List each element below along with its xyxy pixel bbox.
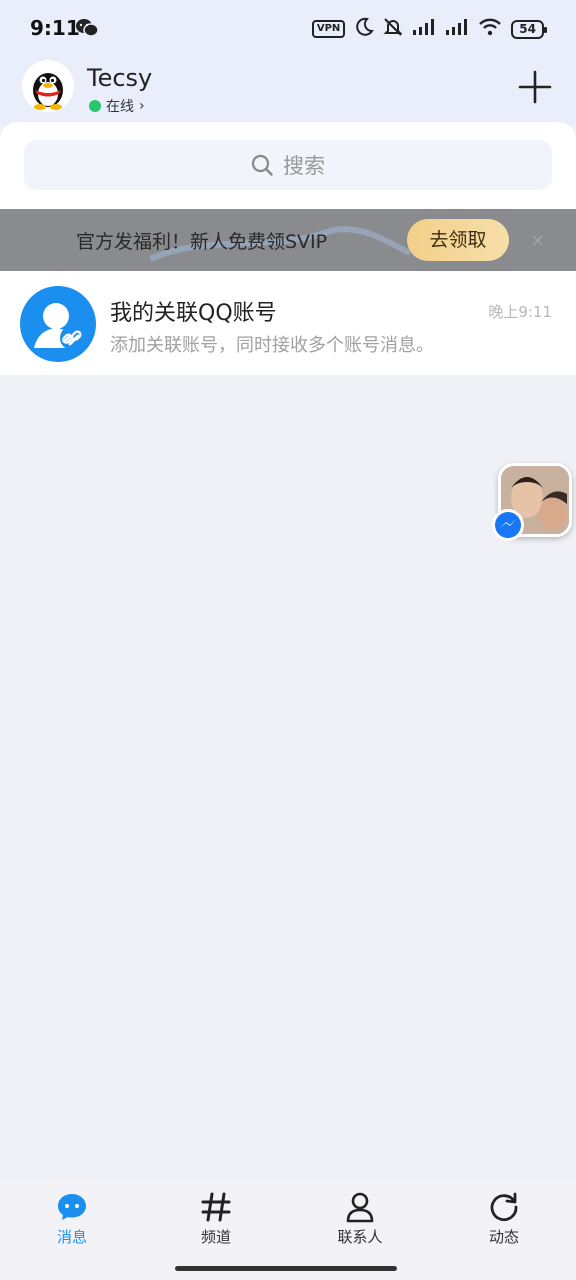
chevron-right-icon: › <box>139 98 145 114</box>
status-time: 9:11 <box>30 16 80 40</box>
tab-label: 动态 <box>488 1228 519 1246</box>
bottom-nav: 消息 频道 联系人 动态 <box>0 1180 576 1280</box>
claim-button[interactable]: 去领取 <box>407 219 509 261</box>
person-icon <box>346 1192 374 1223</box>
messenger-icon[interactable] <box>492 509 524 541</box>
search-input[interactable]: 搜索 <box>24 140 552 190</box>
tab-label: 消息 <box>56 1228 87 1246</box>
tab-label: 频道 <box>200 1228 231 1246</box>
list-item[interactable]: 我的关联QQ账号 添加关联账号，同时接收多个账号消息。 晚上9:11 <box>0 271 576 375</box>
home-indicator[interactable] <box>175 1266 397 1271</box>
refresh-star-icon <box>490 1192 518 1222</box>
online-status[interactable]: 在线 › <box>89 96 145 116</box>
wifi-icon <box>478 18 502 40</box>
chat-bubble-icon <box>58 1194 86 1220</box>
hashtag-icon <box>201 1192 231 1222</box>
username[interactable]: Tecsy <box>87 64 152 92</box>
tab-label: 联系人 <box>337 1228 383 1246</box>
signal-icon <box>412 18 436 40</box>
online-status-label: 在线 <box>106 99 134 115</box>
banner-text: 官方发福利！新人免费领SVIP <box>76 231 328 253</box>
plus-icon[interactable] <box>518 70 552 104</box>
promo-banner[interactable]: 官方发福利！新人免费领SVIP 去领取 ✕ <box>0 209 576 271</box>
message-preview: 添加关联账号，同时接收多个账号消息。 <box>110 335 434 356</box>
vpn-badge: VPN <box>311 20 346 38</box>
search-icon <box>251 154 273 176</box>
penguin-avatar-icon <box>33 73 63 110</box>
battery-indicator: 54 <box>511 19 547 39</box>
search-placeholder: 搜索 <box>283 154 325 178</box>
bell-muted-icon <box>383 17 403 41</box>
app-header: Tecsy 在线 › <box>0 56 576 126</box>
tab-contacts[interactable]: 联系人 <box>310 1190 410 1247</box>
signal-icon-2 <box>445 18 469 40</box>
moon-icon <box>354 17 375 41</box>
message-title: 我的关联QQ账号 <box>110 301 277 326</box>
status-bar: 9:11 VPN 54 <box>0 0 576 56</box>
linked-account-icon <box>20 286 96 362</box>
close-icon[interactable]: ✕ <box>530 231 545 252</box>
message-time: 晚上9:11 <box>488 303 552 321</box>
search-panel: 搜索 <box>0 122 576 210</box>
tab-feed[interactable]: 动态 <box>454 1190 554 1247</box>
tab-channels[interactable]: 频道 <box>166 1190 266 1247</box>
tab-messages[interactable]: 消息 <box>22 1190 122 1247</box>
online-dot-icon <box>89 100 101 112</box>
wechat-icon <box>76 18 99 42</box>
avatar[interactable] <box>22 60 74 112</box>
